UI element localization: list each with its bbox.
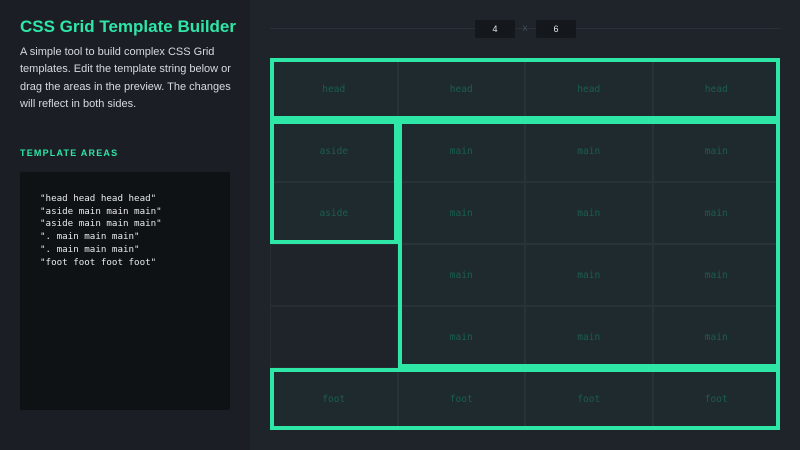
template-areas-input[interactable] xyxy=(20,172,230,410)
grid-preview: head head head head aside main main main… xyxy=(270,58,780,430)
grid-cell xyxy=(270,306,398,368)
grid-area-aside[interactable] xyxy=(270,120,398,244)
grid-area-foot[interactable] xyxy=(270,368,780,430)
template-editor xyxy=(20,172,230,410)
description: A simple tool to build complex CSS Grid … xyxy=(20,46,231,110)
grid-cell xyxy=(270,244,398,306)
times-icon: x xyxy=(522,23,528,34)
columns-input[interactable] xyxy=(475,20,515,38)
grid-area-head[interactable] xyxy=(270,58,780,120)
page-title: CSS Grid Template Builder xyxy=(20,17,237,36)
rows-input[interactable] xyxy=(536,20,576,38)
grid-area-main[interactable] xyxy=(397,120,780,368)
template-areas-label: TEMPLATE AREAS xyxy=(20,148,119,158)
sidebar: CSS Grid Template Builder A simple tool … xyxy=(0,0,250,450)
preview-panel: x head head head head aside main main ma… xyxy=(250,0,800,450)
